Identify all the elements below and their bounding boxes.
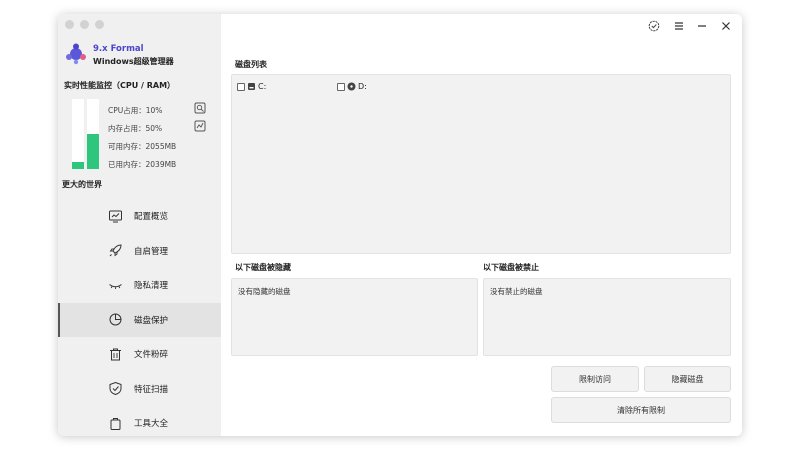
bag-icon: [110, 417, 121, 430]
app-logo-icon: [66, 43, 86, 65]
close-dot-icon[interactable]: [65, 20, 74, 29]
zoom-dot-icon[interactable]: [95, 20, 104, 29]
app-window: 9.x Formal Windows超级管理器 实时性能监控（CPU / RAM…: [58, 14, 742, 436]
disk-list-title: 磁盘列表: [235, 60, 267, 69]
nav-list: 配置概览 自启管理 隐私清理 磁盘保护 文件粉碎 特征扫描 工具大全: [58, 199, 221, 436]
close-icon[interactable]: [720, 20, 732, 32]
app-version: 9.x Formal: [93, 44, 144, 54]
blocked-disks-title: 以下磁盘被禁止: [483, 263, 539, 272]
disk-item-c[interactable]: C:: [237, 82, 266, 91]
cpu-bar-fill: [72, 162, 84, 169]
pie-chart-icon: [109, 313, 122, 326]
usage-bars: [70, 99, 100, 169]
sidebar: 9.x Formal Windows超级管理器 实时性能监控（CPU / RAM…: [58, 14, 221, 436]
disk-d-checkbox[interactable]: [337, 82, 345, 91]
hidden-disks-panel: 没有隐藏的磁盘: [231, 278, 478, 356]
nav-item-label: 文件粉碎: [134, 350, 169, 361]
nav-item-label: 工具大全: [134, 419, 169, 430]
main-panel: 磁盘列表 C: D: 以下磁盘被隐藏 以下磁盘被禁止 没有隐藏的磁盘 没有禁止的…: [221, 14, 742, 436]
nav-item-toolbox[interactable]: 工具大全: [58, 406, 221, 436]
nav-item-label: 隐私清理: [134, 281, 169, 292]
used-mem-text: 已用内存：2039MB: [108, 160, 177, 169]
drive-icon: [248, 83, 255, 90]
trash-icon: [110, 348, 121, 361]
nav-item-file-shredder[interactable]: 文件粉碎: [58, 337, 221, 372]
blocked-disks-panel: 没有禁止的磁盘: [483, 278, 731, 356]
badge-check-icon[interactable]: [648, 20, 660, 32]
shield-check-icon: [109, 382, 122, 396]
monitor-chart-icon: [109, 210, 122, 223]
disk-list-panel: C: D:: [231, 74, 731, 254]
clear-all-restrictions-button[interactable]: 清除所有限制: [551, 397, 731, 423]
nav-item-config-overview[interactable]: 配置概览: [58, 199, 221, 234]
monitor-title: 实时性能监控（CPU / RAM）: [64, 81, 176, 90]
nav-item-label: 自启管理: [134, 246, 169, 257]
hidden-disks-empty-text: 没有隐藏的磁盘: [238, 287, 291, 296]
mem-bar: [87, 99, 99, 169]
disk-c-label: C:: [258, 82, 267, 91]
nav-item-label: 磁盘保护: [134, 315, 169, 326]
cpu-bar: [72, 99, 84, 169]
disk-d-label: D:: [358, 82, 367, 91]
restrict-access-button[interactable]: 限制访问: [551, 366, 639, 392]
minimize-icon[interactable]: [696, 20, 708, 32]
disk-c-checkbox[interactable]: [237, 82, 245, 91]
nav-item-startup-manager[interactable]: 自启管理: [58, 234, 221, 269]
disc-icon: [347, 82, 356, 91]
nav-item-disk-protection[interactable]: 磁盘保护: [58, 302, 221, 337]
hide-disk-button[interactable]: 隐藏磁盘: [644, 366, 731, 392]
world-label: 更大的世界: [62, 180, 102, 189]
nav-item-privacy-cleanup[interactable]: 隐私清理: [58, 268, 221, 303]
rocket-icon: [109, 244, 122, 257]
blocked-disks-empty-text: 没有禁止的磁盘: [490, 287, 543, 296]
nav-item-label: 特征扫描: [134, 384, 169, 395]
menu-icon[interactable]: [673, 20, 685, 32]
mem-monitor-icon[interactable]: [194, 120, 206, 132]
closed-eye-icon: [109, 283, 122, 289]
cpu-usage-text: CPU占用：10%: [108, 106, 163, 115]
cpu-monitor-icon[interactable]: [194, 102, 206, 114]
mem-bar-fill: [87, 134, 99, 169]
window-controls: [65, 20, 104, 29]
available-mem-text: 可用内存：2055MB: [108, 142, 177, 151]
nav-item-feature-scan[interactable]: 特征扫描: [58, 372, 221, 407]
hidden-disks-title: 以下磁盘被隐藏: [235, 263, 291, 272]
minimize-dot-icon[interactable]: [80, 20, 89, 29]
nav-item-label: 配置概览: [134, 212, 169, 223]
mem-usage-text: 内存占用：50%: [108, 124, 163, 133]
app-name: Windows超级管理器: [93, 57, 174, 66]
disk-item-d[interactable]: D:: [337, 82, 367, 91]
